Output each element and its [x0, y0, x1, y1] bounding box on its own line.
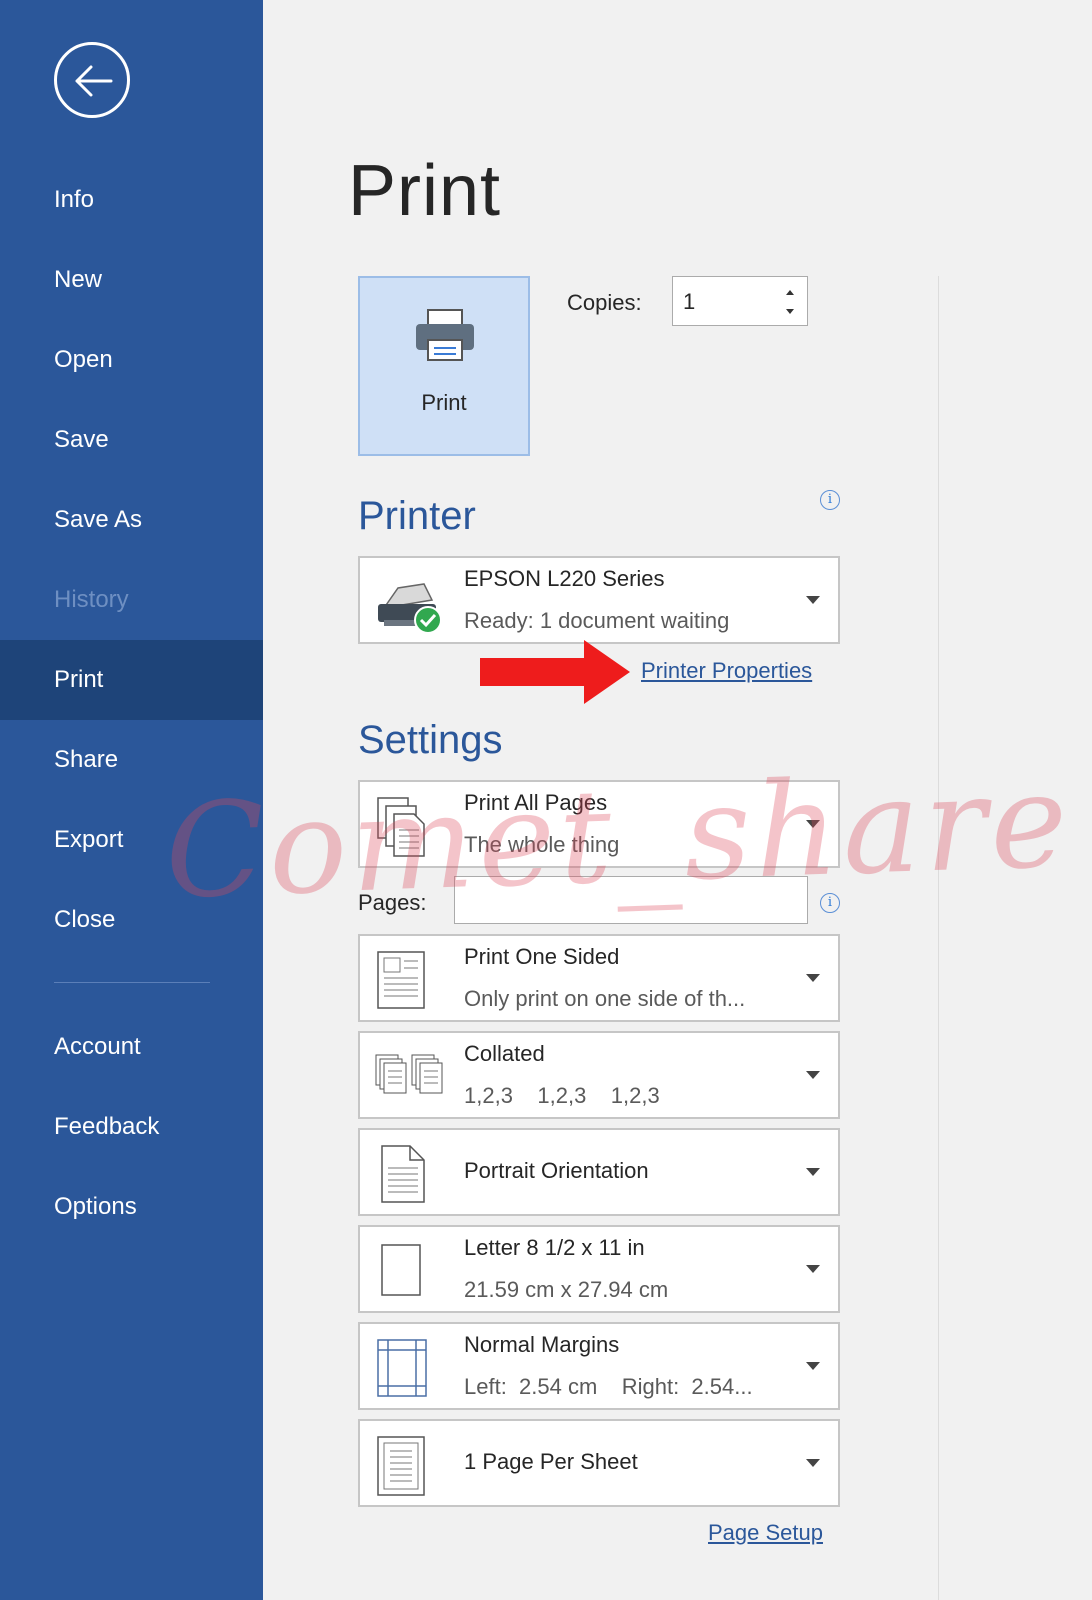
page-title: Print — [348, 151, 502, 231]
pages-per-sheet-dropdown[interactable]: 1 Page Per Sheet — [358, 1419, 840, 1507]
print-range-title: Print All Pages — [464, 790, 608, 815]
pages-per-sheet-title: 1 Page Per Sheet — [464, 1449, 638, 1474]
margins-dropdown[interactable]: Normal Margins Left: 2.54 cm Right: 2.54… — [358, 1322, 840, 1410]
pages-stack-icon — [377, 797, 425, 857]
printer-name: EPSON L220 Series — [464, 566, 665, 591]
pages-info-icon[interactable]: i — [820, 893, 840, 913]
nav-item-save[interactable]: Save — [0, 400, 263, 480]
one-sided-page-icon — [377, 951, 425, 1009]
portrait-page-icon — [381, 1145, 425, 1203]
print-range-dropdown[interactable]: Print All Pages The whole thing — [358, 780, 840, 868]
chevron-down-icon — [806, 974, 820, 982]
annotation-arrow-icon — [480, 640, 630, 704]
chevron-down-icon — [806, 596, 820, 604]
printer-ready-icon — [378, 583, 442, 634]
nav-item-export[interactable]: Export — [0, 800, 263, 880]
printer-info-icon[interactable]: i — [820, 490, 840, 510]
printer-icon — [416, 309, 474, 361]
margins-title: Normal Margins — [464, 1332, 620, 1357]
nav-item-feedback[interactable]: Feedback — [0, 1087, 263, 1167]
sides-subtitle: Only print on one side of th... — [464, 986, 746, 1011]
preview-divider — [938, 276, 939, 1600]
spin-down-icon[interactable] — [783, 303, 797, 321]
orientation-title: Portrait Orientation — [464, 1158, 649, 1183]
collated-pages-icon — [375, 1054, 443, 1094]
chevron-down-icon — [806, 1459, 820, 1467]
printer-properties-link[interactable]: Printer Properties — [641, 658, 812, 684]
sides-dropdown[interactable]: Print One Sided Only print on one side o… — [358, 934, 840, 1022]
paper-size-icon — [381, 1244, 421, 1296]
collation-dropdown[interactable]: Collated 1,2,3 1,2,3 1,2,3 — [358, 1031, 840, 1119]
backstage-sidebar: Info New Open Save Save As History Print… — [0, 0, 263, 1600]
margins-subtitle: Left: 2.54 cm Right: 2.54... — [464, 1374, 753, 1399]
nav-item-open[interactable]: Open — [0, 320, 263, 400]
collation-title: Collated — [464, 1041, 545, 1066]
page-setup-link[interactable]: Page Setup — [708, 1520, 823, 1546]
paper-size-subtitle: 21.59 cm x 27.94 cm — [464, 1277, 669, 1302]
collation-subtitle: 1,2,3 1,2,3 1,2,3 — [464, 1083, 660, 1108]
page-per-sheet-icon — [377, 1436, 425, 1496]
chevron-down-icon — [806, 1265, 820, 1273]
pages-label: Pages: — [358, 890, 427, 915]
arrow-left-icon — [75, 65, 113, 97]
print-button-label: Print — [421, 390, 467, 415]
settings-heading: Settings — [358, 718, 503, 762]
margins-icon — [377, 1339, 427, 1397]
nav-item-history: History — [54, 586, 129, 613]
nav-item-info[interactable]: Info — [0, 160, 263, 240]
spin-up-icon[interactable] — [783, 283, 797, 301]
nav-item-save-as[interactable]: Save As — [0, 480, 263, 560]
nav-item-options[interactable]: Options — [0, 1167, 263, 1247]
print-button[interactable]: Print — [358, 276, 530, 456]
nav-item-account[interactable]: Account — [0, 1007, 263, 1087]
paper-size-title: Letter 8 1/2 x 11 in — [464, 1235, 645, 1260]
print-range-subtitle: The whole thing — [464, 832, 620, 857]
nav-divider — [54, 982, 210, 983]
nav-item-new[interactable]: New — [0, 240, 263, 320]
copies-label: Copies: — [567, 290, 642, 315]
printer-dropdown[interactable]: EPSON L220 Series Ready: 1 document wait… — [358, 556, 840, 644]
copies-stepper[interactable]: 1 — [672, 276, 808, 326]
paper-size-dropdown[interactable]: Letter 8 1/2 x 11 in 21.59 cm x 27.94 cm — [358, 1225, 840, 1313]
printer-heading: Printer — [358, 494, 476, 538]
sides-title: Print One Sided — [464, 944, 620, 969]
printer-status: Ready: 1 document waiting — [464, 608, 730, 633]
chevron-down-icon — [806, 820, 820, 828]
nav-item-print[interactable]: Print — [0, 640, 263, 720]
chevron-down-icon — [806, 1362, 820, 1370]
chevron-down-icon — [806, 1071, 820, 1079]
copies-value[interactable]: 1 — [683, 289, 695, 315]
back-button[interactable] — [54, 42, 130, 118]
nav-item-share[interactable]: Share — [0, 720, 263, 800]
chevron-down-icon — [806, 1168, 820, 1176]
pages-input[interactable] — [454, 876, 808, 924]
orientation-dropdown[interactable]: Portrait Orientation — [358, 1128, 840, 1216]
nav-item-close[interactable]: Close — [0, 880, 263, 960]
